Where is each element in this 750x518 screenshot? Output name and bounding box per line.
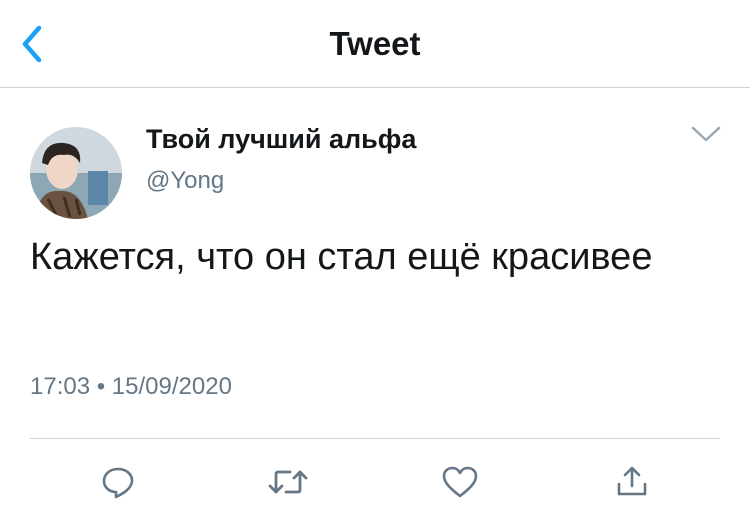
tweet-timestamp: 17:03 • 15/09/2020 [30,373,232,400]
page-title: Tweet [329,25,421,62]
divider [30,438,720,439]
author-handle[interactable]: @Yong [146,166,224,196]
share-button[interactable] [610,462,654,502]
profile-photo [30,127,122,219]
like-button[interactable] [438,462,482,502]
reply-button[interactable] [96,462,140,502]
tweet-menu-button[interactable] [686,118,726,150]
reply-bubble-icon [102,467,134,499]
retweet-icon [268,470,308,494]
retweet-button[interactable] [266,462,310,502]
avatar[interactable] [30,127,122,219]
heart-icon [442,466,478,498]
share-upload-icon [617,466,647,496]
author-name[interactable]: Твой лучший альфа [146,122,416,156]
tweet-text: Кажется, что он стал ещё красивее [30,236,653,278]
top-bar: Tweet [0,0,750,88]
chevron-down-icon [691,126,721,142]
